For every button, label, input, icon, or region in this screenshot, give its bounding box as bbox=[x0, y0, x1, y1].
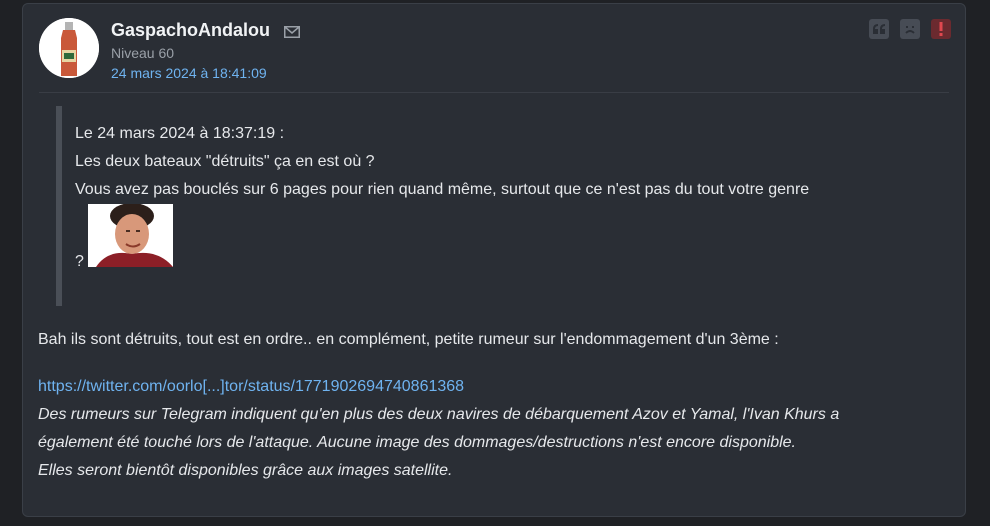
message-body: Bah ils sont détruits, tout est en ordre… bbox=[38, 326, 951, 485]
gazpacho-bottle-avatar-image bbox=[39, 18, 99, 78]
header-divider bbox=[39, 92, 949, 93]
italic-line-3: Elles seront bientôt disponibles grâce a… bbox=[38, 462, 453, 479]
quoted-sticker-image[interactable] bbox=[88, 204, 173, 267]
sad-face-button[interactable] bbox=[900, 19, 920, 39]
exclamation-icon bbox=[939, 22, 943, 36]
quote-button[interactable] bbox=[869, 19, 889, 39]
quote-line-1: Les deux bateaux "détruits" ça en est où… bbox=[75, 153, 375, 170]
quote-question-mark: ? bbox=[75, 253, 84, 270]
sad-face-icon bbox=[905, 26, 915, 34]
post-actions bbox=[869, 19, 951, 39]
author-block: GaspachoAndalou Niveau 60 24 mars 2024 à… bbox=[111, 19, 301, 82]
forum-post: GaspachoAndalou Niveau 60 24 mars 2024 à… bbox=[22, 3, 966, 517]
quoted-message: Le 24 mars 2024 à 18:37:19 : Les deux ba… bbox=[56, 106, 936, 306]
report-button[interactable] bbox=[931, 19, 951, 39]
italic-line-1: Des rumeurs sur Telegram indiquent qu'en… bbox=[38, 406, 840, 423]
quote-header: Le 24 mars 2024 à 18:37:19 : bbox=[75, 125, 285, 142]
twitter-link[interactable]: https://twitter.com/oorlo[...]tor/status… bbox=[38, 373, 951, 401]
italic-line-2: également été touché lors de l'attaque. … bbox=[38, 434, 796, 451]
quote-line-2: Vous avez pas bouclés sur 6 pages pour r… bbox=[75, 181, 810, 198]
message-text: Bah ils sont détruits, tout est en ordre… bbox=[38, 331, 779, 348]
envelope-icon[interactable] bbox=[284, 25, 301, 43]
post-date-link[interactable]: 24 mars 2024 à 18:41:09 bbox=[111, 64, 300, 82]
author-level: Niveau 60 bbox=[111, 45, 175, 61]
avatar[interactable] bbox=[39, 18, 99, 78]
quote-icon bbox=[873, 24, 885, 34]
author-name[interactable]: GaspachoAndalou bbox=[111, 20, 270, 40]
